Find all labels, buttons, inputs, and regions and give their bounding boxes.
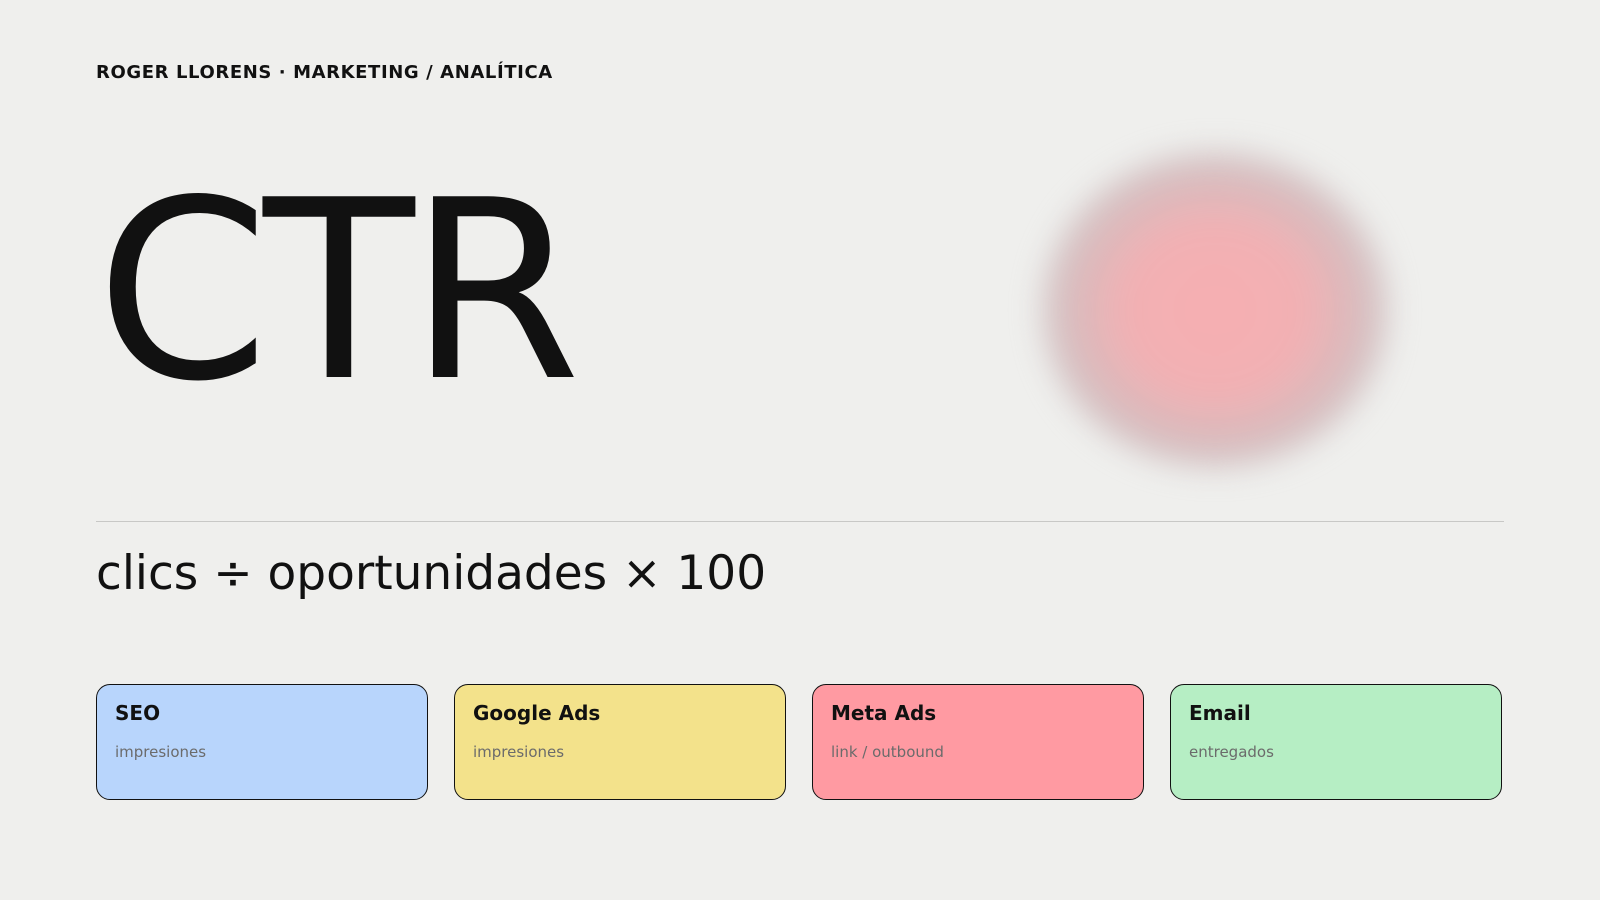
page-title: CTR xyxy=(96,148,581,436)
card-google-ads: Google Ads impresiones xyxy=(454,684,786,800)
divider xyxy=(96,521,1504,522)
eyebrow-author-topic: ROGER LLORENS · MARKETING / ANALÍTICA xyxy=(96,62,553,83)
card-meta-ads: Meta Ads link / outbound xyxy=(812,684,1144,800)
card-subtitle: impresiones xyxy=(473,743,565,761)
card-email: Email entregados xyxy=(1170,684,1502,800)
card-title: Email xyxy=(1189,701,1251,725)
card-seo: SEO impresiones xyxy=(96,684,428,800)
card-title: Google Ads xyxy=(473,701,601,725)
channel-cards: SEO impresiones Google Ads impresiones M… xyxy=(96,684,1504,802)
card-title: SEO xyxy=(115,701,161,725)
formula-text: clics ÷ oportunidades × 100 xyxy=(96,546,767,601)
decorative-pink-blur-circle xyxy=(1040,150,1390,470)
card-subtitle: impresiones xyxy=(115,743,207,761)
card-title: Meta Ads xyxy=(831,701,937,725)
card-subtitle: link / outbound xyxy=(831,743,944,761)
card-subtitle: entregados xyxy=(1189,743,1274,761)
